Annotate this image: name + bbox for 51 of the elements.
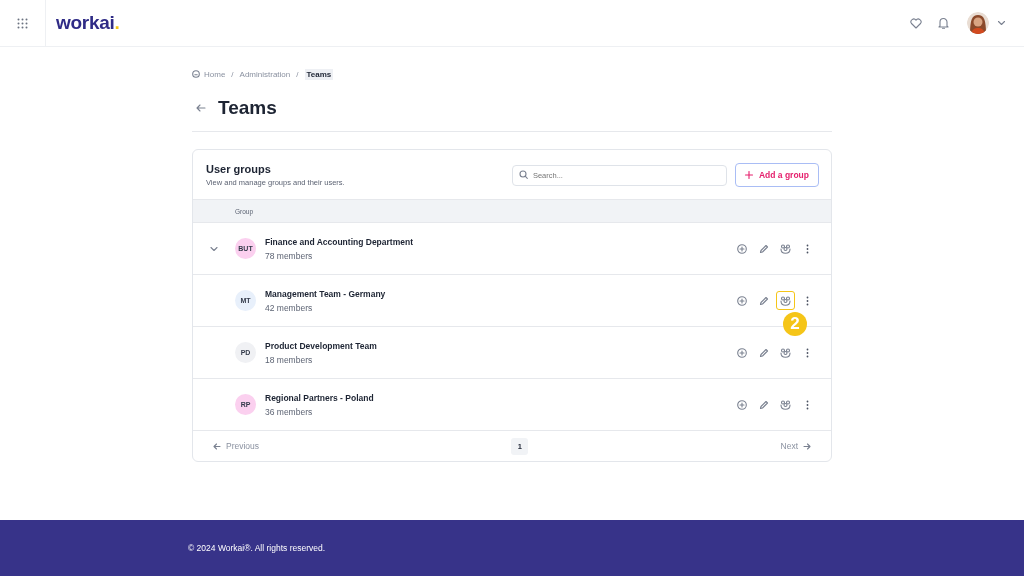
chevron-icon [210,244,218,253]
breadcrumb-link[interactable]: Administration [239,69,291,79]
caret-icon [997,20,1006,26]
arrow-right-icon [803,442,811,450]
expand-toggle[interactable] [210,244,218,253]
breadcrumb-link[interactable]: Teams [304,68,334,80]
arrow-left-icon [213,442,221,450]
member-count: 42 members [265,302,314,313]
more-vertical-icon [806,399,809,410]
notifications-button[interactable] [938,17,949,29]
group-name: Regional Partners - Poland [265,392,374,403]
plus-circle-icon [736,399,747,410]
plus-circle-icon [736,347,747,358]
card-title: User groups [206,162,272,175]
plus-circle-icon [736,295,747,306]
pencil-icon [758,347,769,358]
breadcrumb-link[interactable]: Home [192,69,226,79]
avatar[interactable] [967,12,989,34]
step-badge: 2 [783,312,807,336]
grid-icon [17,17,28,29]
favorites-button[interactable] [910,17,922,29]
pencil-icon [758,295,769,306]
page-title: Teams [218,96,277,119]
member-count: 78 members [265,250,314,261]
more-vertical-icon [806,347,809,358]
pencil-icon [758,399,769,410]
add-group-button[interactable]: Add a group [734,162,819,187]
workai-logo[interactable]: workai. [56,12,120,34]
more-vertical-icon [806,243,809,254]
account-menu-button[interactable] [997,20,1006,26]
people-icon [780,243,791,254]
member-count: 36 members [265,406,314,417]
next-button[interactable]: Next [780,441,811,451]
breadcrumb-separator: / [296,69,299,79]
bell-icon [938,17,949,29]
group-name: Finance and Accounting Department [265,236,413,247]
plus-circle-icon [736,243,747,254]
member-count: 18 members [265,354,314,365]
people-icon [780,399,791,410]
group-name: Product Development Team [265,340,377,351]
plus-icon [744,170,753,179]
arrow-left-icon [196,103,206,112]
group-name: Management Team - Germany [265,288,386,299]
people-icon [780,347,791,358]
more-vertical-icon [806,295,809,306]
previous-button[interactable]: Previous [213,441,260,451]
pencil-icon [758,243,769,254]
copyright-text: © 2024 Workai®. All rights reserved. [188,543,326,553]
heart-icon [910,17,922,29]
breadcrumb-separator: / [231,69,234,79]
people-icon [780,295,791,306]
